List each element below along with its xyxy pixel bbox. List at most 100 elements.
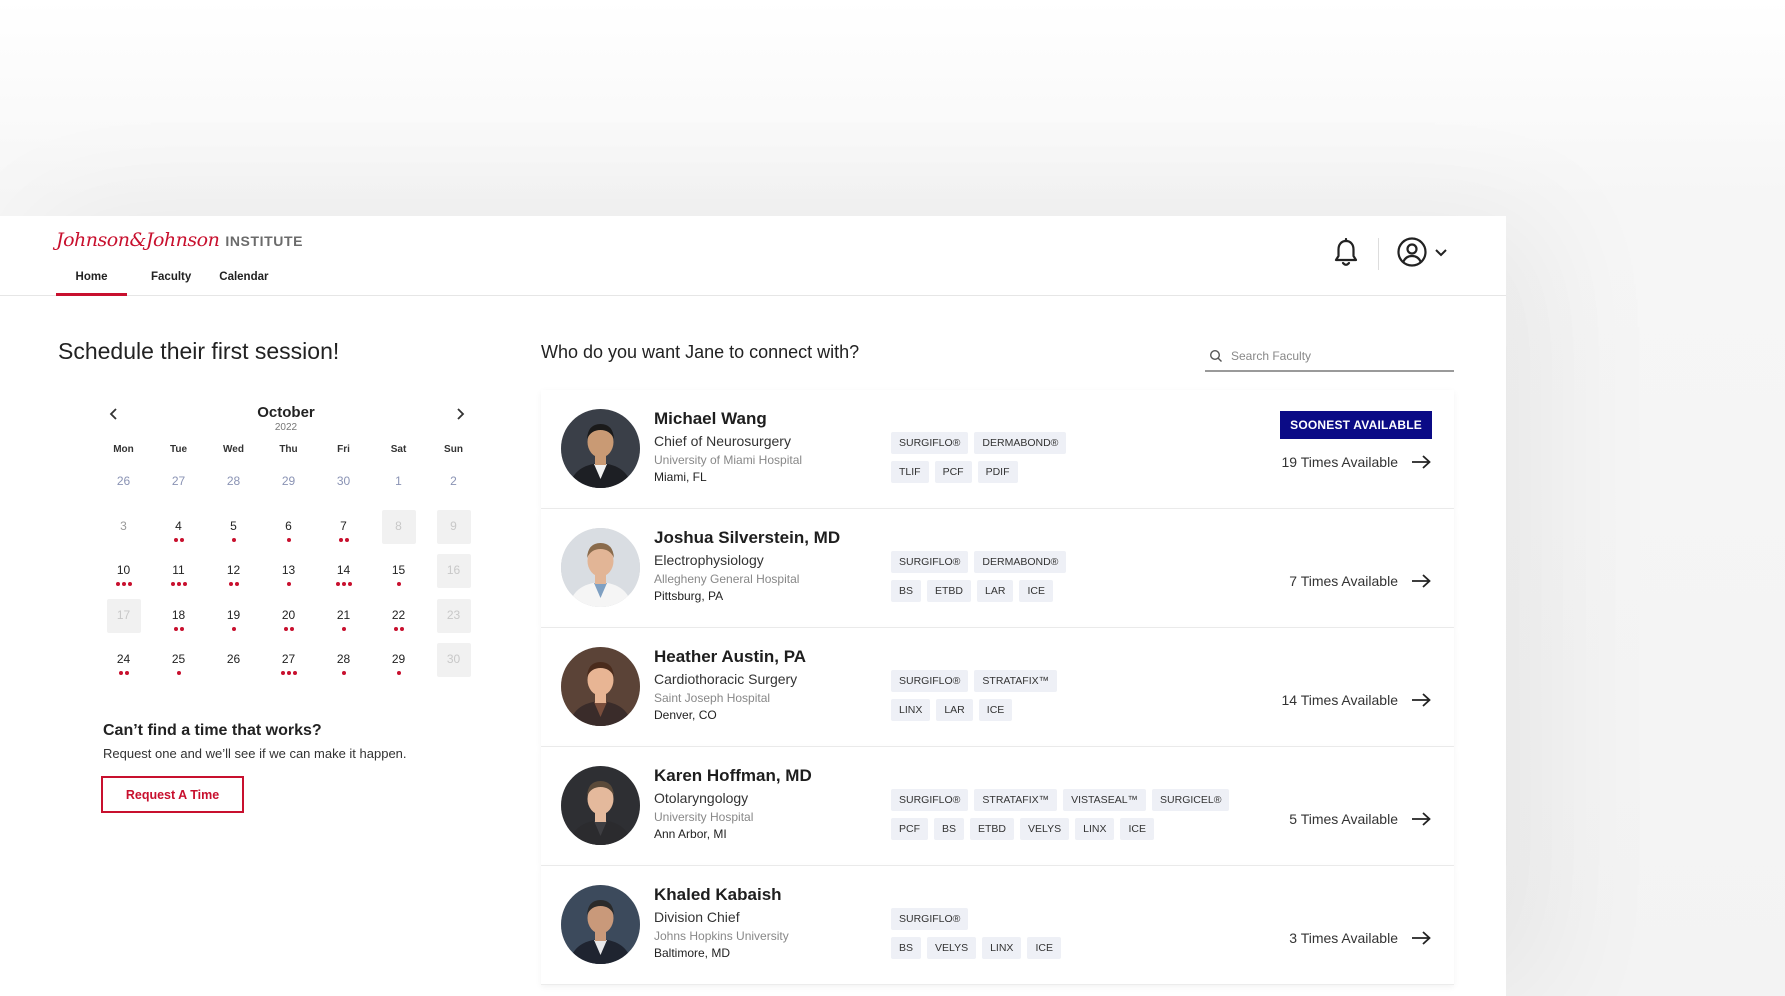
calendar-day-number: 30 [336, 474, 351, 488]
calendar-day[interactable]: 20 [261, 599, 316, 644]
product-tag: SURGIFLO® [891, 670, 969, 692]
product-tags-row: SURGIFLO® STRATAFIX™ [891, 670, 1058, 692]
nav-tab-calendar[interactable]: Calendar [205, 270, 282, 296]
product-tag: VISTASEAL™ [1063, 789, 1147, 811]
availability-dot [228, 582, 233, 586]
calendar-day[interactable]: 3 [96, 510, 151, 555]
availability-dot [286, 582, 291, 586]
product-tag: STRATAFIX™ [974, 670, 1058, 692]
procedure-tag: VELYS [1020, 818, 1070, 840]
calendar-day[interactable]: 12 [206, 554, 261, 599]
faculty-card[interactable]: Khaled Kabaish Division Chief Johns Hopk… [541, 866, 1454, 985]
calendar-day-number: 27 [171, 474, 186, 488]
availability-dots [316, 669, 371, 675]
faculty-tags: SURGIFLO® DERMABOND® TLIF PCF PDIF [891, 432, 1067, 490]
nav-tab-faculty[interactable]: Faculty [137, 270, 205, 296]
faculty-card[interactable]: Heather Austin, PA Cardiothoracic Surger… [541, 628, 1454, 747]
arrow-right-icon[interactable] [1410, 930, 1432, 946]
calendar-day[interactable]: 11 [151, 554, 206, 599]
availability-dot [176, 582, 181, 586]
calendar-day[interactable]: 1 [371, 465, 426, 510]
calendar-day[interactable]: 14 [316, 554, 371, 599]
product-tag: STRATAFIX™ [974, 789, 1058, 811]
calendar-day[interactable]: 4 [151, 510, 206, 555]
faculty-specialty: Electrophysiology [654, 552, 764, 568]
chevron-right-icon[interactable] [452, 406, 468, 422]
availability-count: 7 Times Available [1289, 573, 1398, 589]
calendar-day[interactable]: 15 [371, 554, 426, 599]
faculty-avatar [561, 766, 640, 845]
calendar-day[interactable]: 27 [151, 465, 206, 510]
arrow-right-icon[interactable] [1410, 454, 1432, 470]
calendar-day[interactable]: 30 [316, 465, 371, 510]
calendar-day[interactable]: 28 [316, 643, 371, 688]
calendar-day-number: 1 [395, 474, 402, 488]
weekday-label: Sun [444, 444, 463, 455]
arrow-right-icon[interactable] [1410, 573, 1432, 589]
availability-dots [206, 580, 261, 586]
availability-link[interactable]: 7 Times Available [1289, 573, 1432, 589]
procedure-tags-row: TLIF PCF PDIF [891, 461, 1066, 483]
calendar-day[interactable]: 19 [206, 599, 261, 644]
calendar-day[interactable]: 21 [316, 599, 371, 644]
availability-dot [393, 626, 398, 631]
availability-dot [347, 582, 352, 586]
availability-dots [261, 580, 316, 586]
product-tag: SURGICEL® [1152, 789, 1230, 811]
arrow-right-icon[interactable] [1410, 692, 1432, 708]
faculty-location: Baltimore, MD [654, 946, 731, 960]
brand-logo[interactable]: Johnson&Johnson INSTITUTE [56, 229, 303, 251]
calendar-day[interactable]: 13 [261, 554, 316, 599]
availability-dot [121, 582, 126, 586]
availability-link[interactable]: 19 Times Available [1282, 454, 1432, 470]
availability-dot [182, 582, 187, 586]
arrow-right-icon[interactable] [1410, 811, 1432, 827]
availability-link[interactable]: 5 Times Available [1289, 811, 1432, 827]
product-tag: DERMABOND® [974, 551, 1067, 573]
calendar-day[interactable]: 5 [206, 510, 261, 555]
faculty-card[interactable]: Joshua Silverstein, MD Electrophysiology… [541, 509, 1454, 628]
calendar-day[interactable]: 25 [151, 643, 206, 688]
procedure-tag: LINX [982, 937, 1022, 959]
faculty-tags: SURGIFLO® STRATAFIX™ VISTASEAL™ SURGICEL® P… [891, 789, 1230, 847]
availability-dots [371, 625, 426, 631]
bell-icon[interactable] [1332, 238, 1360, 268]
calendar-day[interactable]: 6 [261, 510, 316, 555]
calendar-day[interactable]: 27 [261, 643, 316, 688]
calendar-day[interactable]: 18 [151, 599, 206, 644]
procedure-tag: LINX [1075, 818, 1115, 840]
procedure-tag: BS [891, 580, 922, 602]
calendar-day[interactable]: 28 [206, 465, 261, 510]
header-divider [1378, 238, 1379, 270]
request-time-button[interactable]: Request A Time [101, 776, 244, 813]
availability-dots [316, 580, 371, 586]
availability-dot [173, 537, 178, 542]
faculty-card[interactable]: Michael Wang Chief of Neurosurgery Unive… [541, 390, 1454, 509]
availability-dots [206, 625, 261, 631]
availability-dots [316, 536, 371, 542]
nav-tab-home[interactable]: Home [56, 270, 127, 296]
calendar-day[interactable]: 29 [371, 643, 426, 688]
calendar-day[interactable]: 10 [96, 554, 151, 599]
faculty-card[interactable]: Karen Hoffman, MD Otolaryngology Univers… [541, 747, 1454, 866]
availability-dot [234, 582, 239, 586]
availability-dot [176, 671, 181, 675]
calendar-day[interactable]: 7 [316, 510, 371, 555]
calendar-day[interactable]: 26 [96, 465, 151, 510]
calendar-day: 30 [426, 643, 481, 688]
procedure-tag: ETBD [927, 580, 972, 602]
faculty-name: Heather Austin, PA [654, 647, 807, 666]
faculty-info: Khaled Kabaish Division Chief Johns Hopk… [654, 885, 789, 960]
calendar-day[interactable]: 2 [426, 465, 481, 510]
calendar-day[interactable]: 29 [261, 465, 316, 510]
procedure-tag: ICE [1019, 580, 1053, 602]
calendar-day[interactable]: 22 [371, 599, 426, 644]
availability-link[interactable]: 14 Times Available [1282, 692, 1432, 708]
procedure-tag: LINX [891, 699, 931, 721]
calendar-day[interactable]: 26 [206, 643, 261, 688]
app-window: Johnson&Johnson INSTITUTE Home Faculty C… [0, 216, 1506, 996]
user-menu[interactable] [1396, 236, 1448, 268]
calendar-day[interactable]: 24 [96, 643, 151, 688]
availability-link[interactable]: 3 Times Available [1289, 930, 1432, 946]
search-input[interactable] [1231, 349, 1446, 363]
